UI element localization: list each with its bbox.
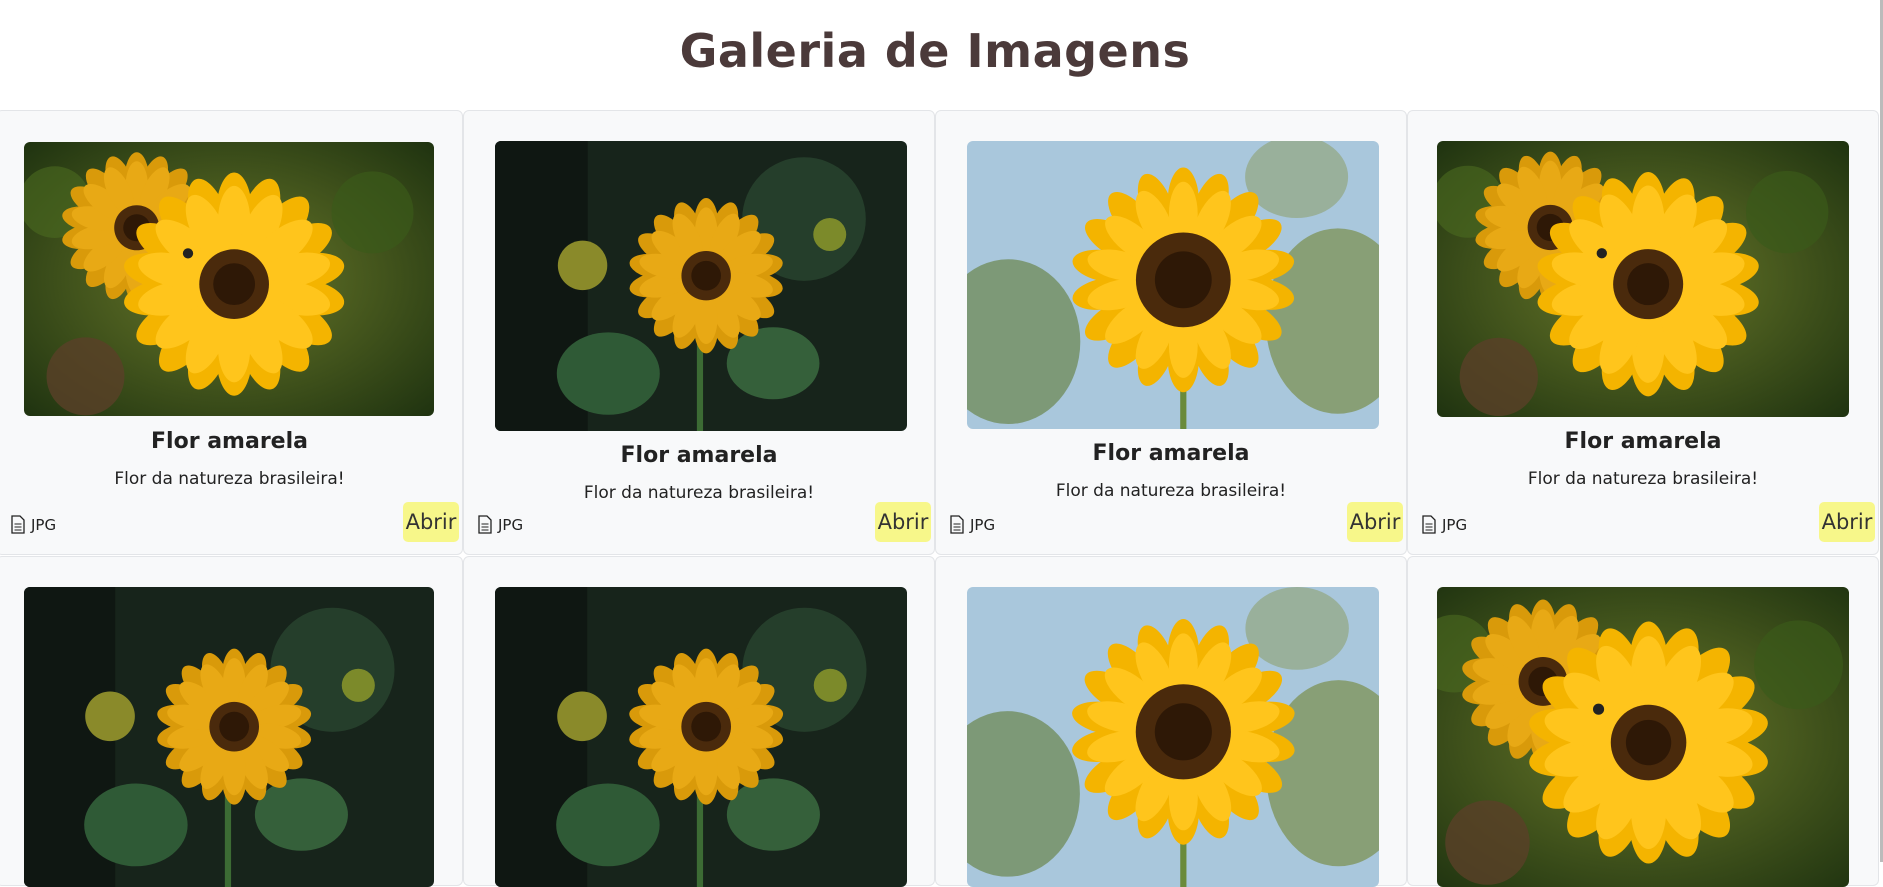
gallery-card	[1407, 556, 1879, 887]
open-button[interactable]: Abrir	[1347, 502, 1403, 542]
card-description: Flor da natureza brasileira!	[583, 483, 815, 503]
file-type-label: JPG	[970, 515, 996, 534]
open-button[interactable]: Abrir	[875, 502, 931, 542]
file-type: JPG	[11, 515, 56, 534]
open-button[interactable]: Abrir	[1819, 502, 1875, 542]
sunflower-image[interactable]	[495, 141, 907, 431]
sunflower-image[interactable]	[495, 587, 907, 887]
card-title: Flor amarela	[1092, 441, 1250, 466]
sunflower-image[interactable]	[24, 142, 434, 416]
file-icon	[478, 515, 492, 534]
sunflower-image[interactable]	[967, 141, 1379, 429]
sunflower-image[interactable]	[1437, 141, 1849, 417]
gallery-card	[0, 556, 463, 887]
gallery-card	[463, 556, 935, 887]
file-type-label: JPG	[1442, 515, 1468, 534]
file-type: JPG	[1422, 515, 1467, 534]
page-title: Galeria de Imagens	[679, 24, 1191, 78]
file-icon	[950, 515, 964, 534]
sunflower-image[interactable]	[24, 587, 434, 887]
card-description: Flor da natureza brasileira!	[114, 469, 345, 489]
file-type-label: JPG	[31, 515, 57, 534]
gallery-card: Flor amarela Flor da natureza brasileira…	[935, 110, 1407, 555]
gallery-card	[935, 556, 1407, 887]
file-icon	[11, 515, 25, 534]
gallery-card: Flor amarela Flor da natureza brasileira…	[463, 110, 935, 555]
file-type-label: JPG	[498, 515, 524, 534]
card-description: Flor da natureza brasileira!	[1527, 469, 1759, 489]
sunflower-image[interactable]	[967, 587, 1379, 887]
card-description: Flor da natureza brasileira!	[1055, 481, 1287, 501]
file-type: JPG	[950, 515, 995, 534]
open-button[interactable]: Abrir	[403, 502, 459, 542]
sunflower-image[interactable]	[1437, 587, 1849, 887]
file-type: JPG	[478, 515, 523, 534]
gallery-card: Flor amarela Flor da natureza brasileira…	[0, 110, 463, 555]
card-title: Flor amarela	[151, 429, 308, 454]
card-title: Flor amarela	[1564, 429, 1722, 454]
file-icon	[1422, 515, 1436, 534]
card-title: Flor amarela	[620, 443, 778, 468]
gallery-card: Flor amarela Flor da natureza brasileira…	[1407, 110, 1879, 555]
